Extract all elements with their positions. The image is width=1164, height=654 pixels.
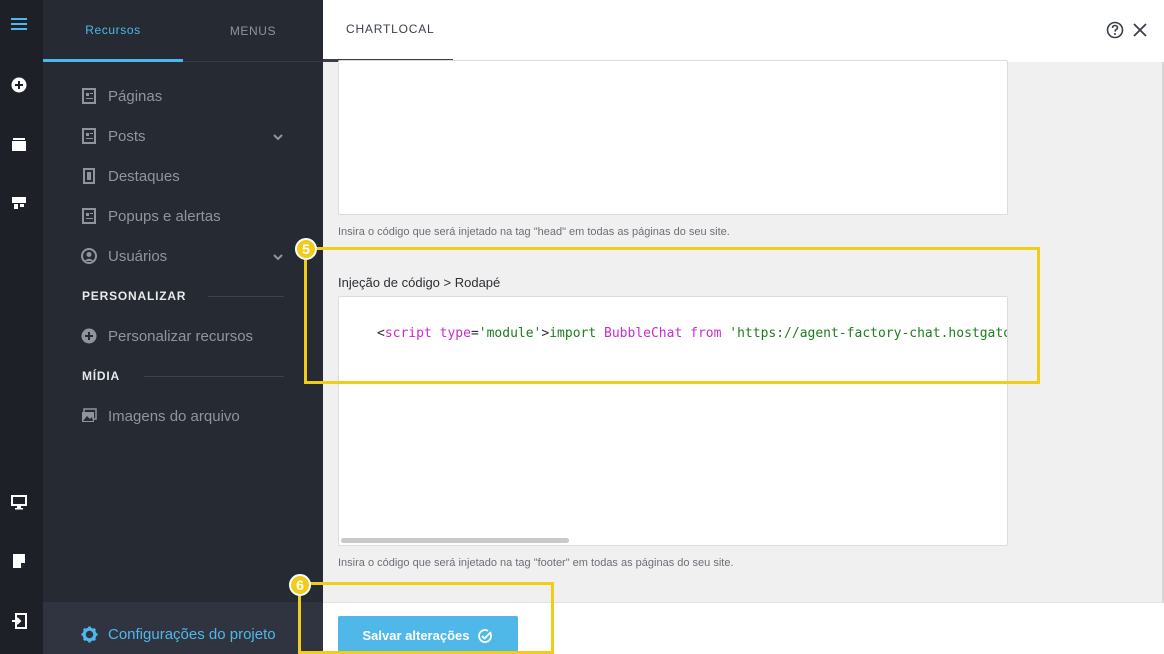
bookmark-icon [81,168,97,184]
head-code-editor[interactable] [338,60,1008,215]
icon-rail [0,0,43,654]
desktop-preview-icon[interactable] [9,492,29,512]
sidebar-item-paginas[interactable]: Páginas [81,85,291,107]
chevron-down-icon[interactable] [273,249,283,266]
page-icon [81,128,97,144]
sidebar-item-posts[interactable]: Posts [81,125,291,147]
head-hint: Insira o código que será injetado na tag… [338,226,730,238]
sidebar-item-usuarios[interactable]: Usuários [81,245,291,267]
resources-sidebar: Recursos MENUS Páginas Posts Destaques P… [43,0,323,654]
user-icon [81,248,97,264]
note-icon[interactable] [9,551,29,571]
page-icon [81,208,97,224]
sidebar-item-label: Imagens do arquivo [108,407,240,425]
sidebar-item-label: Destaques [108,167,180,185]
sidebar-item-popups[interactable]: Popups e alertas [81,205,291,227]
hamburger-menu-icon[interactable] [9,14,29,34]
sidebar-item-label: Posts [108,127,146,145]
layers-icon[interactable] [9,134,29,154]
gear-icon [81,626,98,648]
footer-hint: Insira o código que será injetado na tag… [338,557,734,569]
add-circle-icon [81,328,97,344]
sidebar-item-imagens[interactable]: Imagens do arquivo [81,405,291,427]
step-badge-6: 6 [289,574,311,596]
page-icon [81,88,97,104]
sidebar-item-label: Personalizar recursos [108,327,254,345]
exit-icon[interactable] [9,611,29,631]
add-circle-icon[interactable] [9,75,29,95]
project-settings-link[interactable]: Configurações do projeto [43,602,323,654]
image-gallery-icon [81,408,97,424]
main-topbar: CHARTLOCAL [323,0,1164,62]
highlight-box-step-6 [298,582,554,654]
tab-recursos[interactable]: Recursos [43,0,183,62]
horizontal-scrollbar[interactable] [341,538,569,543]
layout-block-icon[interactable] [9,193,29,213]
help-icon[interactable] [1106,21,1124,39]
sidebar-item-label: Popups e alertas [108,207,221,225]
close-icon[interactable] [1131,21,1149,39]
chevron-down-icon[interactable] [273,129,283,146]
project-settings-label: Configurações do projeto [108,626,276,643]
section-divider [208,296,284,297]
section-midia: MÍDIA [82,369,120,383]
highlight-box-step-5 [304,247,1040,384]
sidebar-item-destaques[interactable]: Destaques [81,165,291,187]
tab-chartlocal[interactable]: CHARTLOCAL [323,0,453,62]
sidebar-item-label: Páginas [108,87,163,105]
step-badge-5: 5 [295,238,317,260]
sidebar-item-personalizar-recursos[interactable]: Personalizar recursos [81,325,291,347]
sidebar-item-label: Usuários [108,247,168,265]
tab-menus[interactable]: MENUS [183,0,323,62]
section-divider [144,376,284,377]
sidebar-tabs: Recursos MENUS [43,0,323,62]
section-personalizar: PERSONALIZAR [82,289,187,303]
